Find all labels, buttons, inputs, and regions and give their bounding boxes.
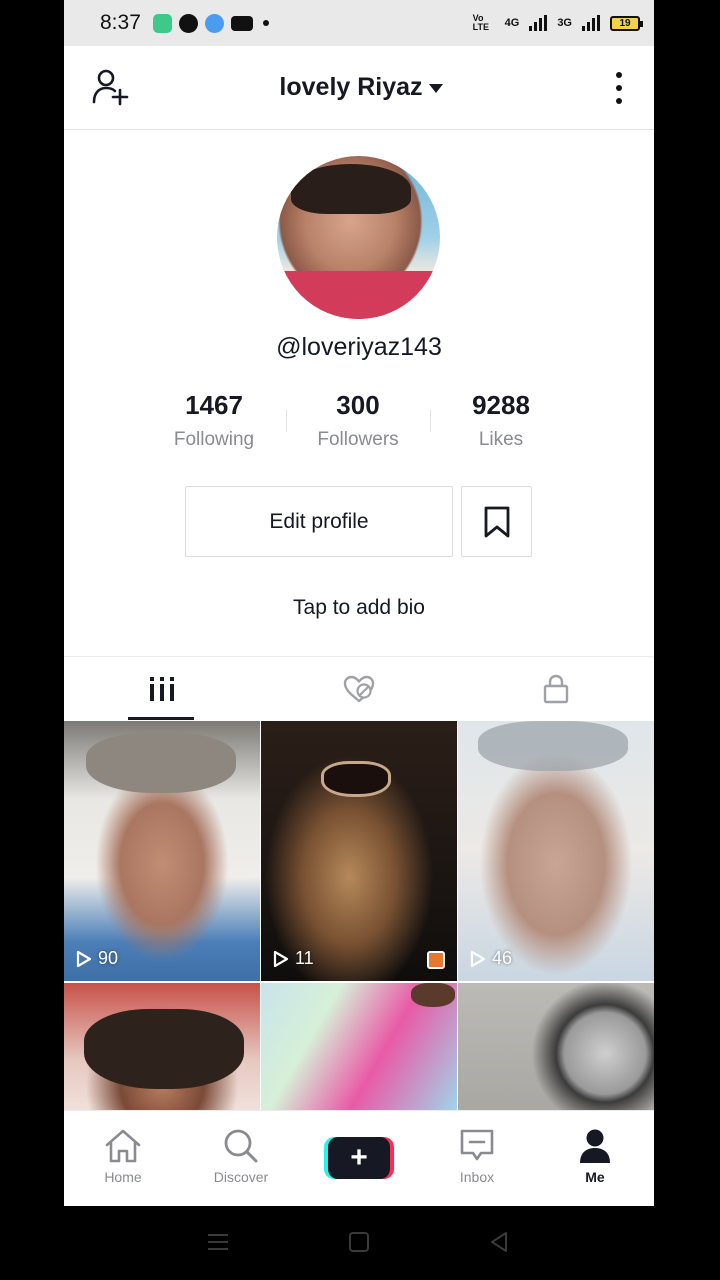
- inbox-icon: [460, 1129, 494, 1161]
- following-label: Following: [173, 429, 255, 450]
- profile-header: lovely Riyaz: [64, 46, 654, 130]
- play-icon: [76, 950, 92, 967]
- thumbnail-hair: [84, 1009, 244, 1089]
- status-time: 8:37: [100, 11, 141, 34]
- status-right: Vo LTE 4G 3G 19: [472, 13, 643, 32]
- add-user-icon-svg: [92, 69, 129, 106]
- stat-divider: [286, 410, 287, 432]
- video-thumbnail[interactable]: 46: [458, 721, 654, 981]
- play-icon: [273, 950, 289, 967]
- system-navigation-bar: [0, 1206, 720, 1280]
- thumbnail-hair: [478, 721, 628, 771]
- nav-inbox-label: Inbox: [459, 1169, 495, 1185]
- view-count: 11: [273, 948, 314, 969]
- avatar-shirt: [277, 271, 440, 319]
- volte-label: Vo LTE: [472, 13, 489, 32]
- signal-icon: [529, 15, 548, 31]
- video-thumbnail[interactable]: [261, 983, 457, 1111]
- profile-icon: [580, 1129, 610, 1163]
- tab-videos[interactable]: [64, 657, 261, 720]
- account-switcher[interactable]: lovely Riyaz: [279, 73, 443, 102]
- home-icon: [105, 1129, 141, 1163]
- tab-private[interactable]: [457, 657, 654, 720]
- video-thumbnail[interactable]: [458, 983, 654, 1111]
- stat-following[interactable]: 1467 Following: [144, 390, 284, 451]
- video-thumbnail[interactable]: 11: [261, 721, 457, 981]
- home-button-icon[interactable]: [347, 1230, 371, 1254]
- thumbnail-hair: [86, 733, 236, 793]
- avatar-hair: [291, 164, 411, 214]
- grid-icon: [150, 676, 175, 701]
- nav-create[interactable]: +: [300, 1111, 418, 1206]
- nav-discover[interactable]: Discover: [182, 1111, 300, 1206]
- username: @loveriyaz143: [276, 333, 442, 361]
- add-bio-prompt[interactable]: Tap to add bio: [64, 596, 654, 620]
- view-count: 46: [470, 948, 512, 969]
- phone-screen: 8:37 Vo LTE 4G 3G 19 lovely Riyaz @lover…: [64, 0, 654, 1206]
- thumbnail-hair: [411, 983, 455, 1007]
- battery-icon: 19: [610, 15, 643, 31]
- nav-discover-label: Discover: [213, 1169, 269, 1185]
- stat-likes[interactable]: 9288 Likes: [431, 390, 571, 451]
- signal-icon-2: [582, 15, 600, 31]
- music-badge-icon: [427, 951, 445, 969]
- favorites-button[interactable]: [461, 486, 532, 557]
- dot: [616, 98, 622, 104]
- likes-label: Likes: [478, 429, 524, 450]
- following-count: 1467: [185, 390, 243, 420]
- menu-icon[interactable]: [206, 1230, 230, 1254]
- content-tabs: [64, 656, 654, 720]
- hidden-heart-icon: [343, 675, 375, 702]
- view-count-value: 46: [492, 948, 513, 968]
- avatar[interactable]: [277, 156, 440, 319]
- active-tab-indicator: [128, 717, 194, 720]
- nav-me[interactable]: Me: [536, 1111, 654, 1206]
- 4g-label: 4G: [504, 17, 520, 29]
- header-title: lovely Riyaz: [279, 73, 423, 101]
- tab-liked[interactable]: [261, 657, 458, 720]
- youtube-app-icon: [230, 15, 253, 31]
- dot: [616, 72, 622, 78]
- view-count: 90: [76, 948, 118, 969]
- followers-count: 300: [336, 390, 380, 420]
- followers-label: Followers: [317, 429, 399, 450]
- lock-icon: [543, 674, 568, 703]
- thumbnail-eye: [321, 761, 391, 797]
- battery-level: 19: [619, 17, 631, 29]
- bottom-navigation: Home Discover + Inbox Me: [64, 1110, 654, 1206]
- back-icon[interactable]: [487, 1230, 511, 1254]
- dot: [616, 85, 622, 91]
- view-count-value: 90: [98, 948, 119, 968]
- video-thumbnail[interactable]: 90: [64, 721, 260, 981]
- nav-home-label: Home: [104, 1169, 142, 1185]
- add-friend-icon[interactable]: [92, 68, 132, 108]
- search-icon: [224, 1129, 258, 1163]
- messages-app-icon: [152, 13, 172, 33]
- view-count-value: 11: [295, 948, 314, 968]
- bookmark-icon: [484, 506, 509, 537]
- edit-profile-button[interactable]: Edit profile: [185, 486, 453, 557]
- plus-icon: +: [328, 1137, 390, 1179]
- video-grid: 90 11 46: [64, 721, 654, 1111]
- messenger-app-icon: [204, 13, 224, 33]
- more-notifications-dot: [262, 20, 269, 26]
- create-video-button[interactable]: +: [324, 1137, 394, 1179]
- nav-inbox[interactable]: Inbox: [418, 1111, 536, 1206]
- stat-followers[interactable]: 300 Followers: [288, 390, 428, 451]
- chat-app-icon: [178, 13, 198, 33]
- nav-home[interactable]: Home: [64, 1111, 182, 1206]
- more-options-icon[interactable]: [612, 70, 626, 106]
- play-icon: [470, 950, 486, 967]
- status-bar: 8:37 Vo LTE 4G 3G 19: [64, 0, 654, 46]
- video-thumbnail[interactable]: [64, 983, 260, 1111]
- likes-count: 9288: [472, 390, 530, 420]
- nav-me-label: Me: [585, 1169, 605, 1185]
- notification-icons: [152, 13, 269, 33]
- chevron-down-icon: [428, 84, 443, 93]
- profile-stats: 1467 Following 300 Followers 9288 Likes: [64, 390, 654, 460]
- 3g-label: 3G: [557, 17, 572, 29]
